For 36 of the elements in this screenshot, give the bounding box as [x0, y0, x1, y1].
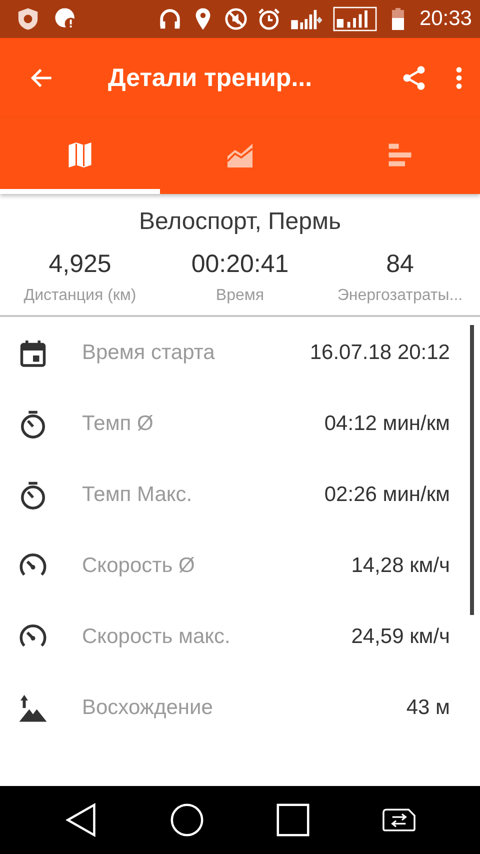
activity-title: Велоспорт, Пермь — [138, 208, 342, 236]
stat-value: 84 — [385, 250, 415, 279]
detail-value: 16.07.18 20:12 — [310, 340, 450, 364]
detail-label: Восхождение — [82, 696, 214, 720]
calendar-icon — [18, 338, 48, 368]
detail-value: 24,59 км/ч — [351, 624, 450, 648]
stat-label: Время — [214, 287, 266, 305]
more-icon[interactable] — [454, 64, 464, 92]
detail-label: Скорость макс. — [82, 624, 232, 648]
screen-title: Детали тренир... — [108, 64, 314, 92]
stat-label: Энергозатраты... — [336, 287, 464, 305]
home-icon[interactable] — [170, 803, 204, 837]
mountain-arrow-icon — [18, 692, 48, 722]
stat-label: Дистанция (км) — [22, 287, 138, 305]
stat-value: 4,925 — [48, 250, 112, 279]
detail-value: 04:12 мин/км — [324, 412, 450, 436]
detail-label: Темп Ø — [82, 412, 154, 436]
detail-value: 14,28 км/ч — [351, 554, 450, 578]
stopwatch-icon — [18, 408, 48, 438]
recents-icon[interactable] — [276, 803, 310, 837]
detail-value: 02:26 мин/км — [324, 482, 450, 506]
stat-value: 00:20:41 — [190, 250, 290, 279]
detail-label: Время старта — [82, 340, 216, 364]
signal-icon — [290, 7, 324, 31]
shield-icon — [16, 7, 40, 31]
headphones-icon — [158, 7, 182, 31]
signal-icon — [333, 6, 378, 32]
alarm-icon — [257, 7, 282, 31]
detail-label: Скорость Ø — [82, 554, 196, 578]
status-time: 20:33 — [419, 7, 472, 31]
battery-icon — [392, 7, 404, 31]
detail-value: 43 м — [406, 696, 450, 720]
back-icon[interactable] — [64, 803, 98, 837]
detail-label: Темп Макс. — [82, 482, 194, 506]
mute-icon — [224, 7, 248, 31]
stopwatch-icon — [18, 480, 48, 510]
